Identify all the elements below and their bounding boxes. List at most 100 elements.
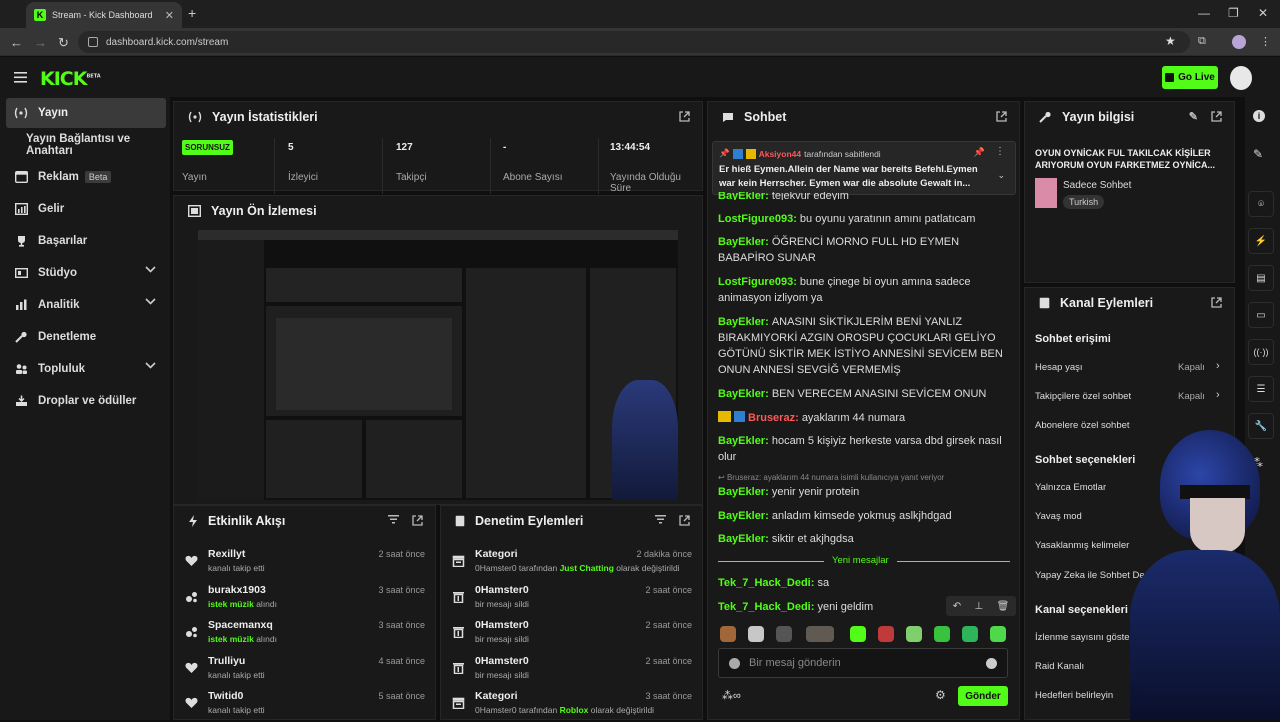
address-bar[interactable]: dashboard.kick.com/stream	[78, 31, 1190, 53]
chat-message[interactable]: Bruseraz: ayaklarım 44 numara	[718, 410, 1008, 426]
slow-mode-label[interactable]: Yavaş mod	[1035, 511, 1082, 522]
account-age-label[interactable]: Hesap yaşı	[1035, 362, 1083, 373]
chat-settings-gear-icon[interactable]: ⚙	[935, 688, 946, 702]
profile-avatar-icon[interactable]	[1232, 35, 1246, 49]
popout-icon[interactable]	[1211, 111, 1222, 122]
emote-9-icon[interactable]	[962, 626, 978, 642]
reply-icon[interactable]: ↶	[953, 601, 961, 612]
chat-username[interactable]: LostFigure093	[718, 276, 793, 288]
chat-username[interactable]: Tek_7_Hack_Dedi	[718, 577, 811, 589]
activity-row[interactable]: burakx1903 istek müzik alındı 3 saat önc…	[184, 582, 425, 616]
raid-channel-label[interactable]: Raid Kanalı	[1035, 661, 1084, 672]
set-goals-label[interactable]: Hedefleri belirleyin	[1035, 690, 1113, 701]
new-tab-icon[interactable]: +	[188, 5, 196, 21]
chevron-right-icon[interactable]: ›	[1216, 389, 1220, 401]
pin-icon[interactable]: ⊥	[974, 601, 983, 612]
chat-username[interactable]: BayEkler	[718, 388, 765, 400]
rail-button-clip[interactable]: ⌾	[1248, 191, 1274, 217]
popout-icon[interactable]	[679, 111, 690, 122]
chat-username[interactable]: BayEkler	[718, 510, 765, 522]
browser-tab[interactable]: K Stream - Kick Dashboard ✕	[26, 2, 182, 28]
restore-icon[interactable]: ❐	[1228, 6, 1239, 20]
category-name[interactable]: Sadece Sohbet	[1063, 180, 1131, 191]
popout-icon[interactable]	[996, 111, 1007, 122]
hamburger-menu-icon[interactable]	[14, 72, 27, 83]
delete-icon[interactable]: 🗑	[997, 601, 1010, 612]
edit-pencil-icon[interactable]: ✎	[1189, 110, 1198, 123]
emote-4-icon[interactable]	[806, 626, 834, 642]
chat-message[interactable]: LostFigure093: bu oyunu yaratının amını …	[718, 211, 1008, 227]
reload-icon[interactable]: ↻	[58, 35, 69, 51]
sidebar-item-yayin[interactable]: Yayın	[6, 98, 166, 128]
sidebar-item-droplar[interactable]: Droplar ve ödüller	[6, 386, 166, 416]
activity-user[interactable]: Twitid0	[208, 690, 243, 702]
chevron-right-icon[interactable]: ›	[1216, 360, 1220, 372]
edit-pencil-icon[interactable]: ✎	[1253, 147, 1263, 161]
chat-message[interactable]: BayEkler: hocam 5 kişiyiz herkeste varsa…	[718, 433, 1008, 465]
points-icon[interactable]: ⁂	[1251, 456, 1263, 470]
moderation-row[interactable]: 0Hamster0 bir mesajı sildi 2 saat önce	[451, 617, 692, 651]
emote-8-icon[interactable]	[934, 626, 950, 642]
stream-preview-video[interactable]	[198, 230, 678, 500]
sidebar-item-gelir[interactable]: Gelir	[6, 194, 166, 224]
chat-username[interactable]: BayEkler	[718, 192, 765, 200]
emote-7-icon[interactable]	[906, 626, 922, 642]
activity-user[interactable]: Trulliyu	[208, 655, 245, 667]
pinned-message[interactable]: 📌 Aksiyon44 tarafından sabitlendi Er hie…	[712, 141, 1016, 195]
chat-username[interactable]: BayEkler	[718, 316, 765, 328]
close-window-icon[interactable]: ✕	[1258, 6, 1268, 20]
popout-icon[interactable]	[412, 515, 423, 526]
chat-username[interactable]: BayEkler	[718, 236, 765, 248]
send-button[interactable]: Gönder	[958, 686, 1008, 706]
chat-message[interactable]: BayEkler: ANASINI SİKTİKJLERİM BENİ YANL…	[718, 314, 1008, 378]
chat-username[interactable]: Bruseraz	[748, 412, 795, 424]
chat-message[interactable]: BayEkler: siktir et akjhgdsa	[718, 531, 1008, 547]
chat-message[interactable]: BayEkler: anladım kimsede yokmuş aslkjhd…	[718, 508, 1008, 524]
emote-6-icon[interactable]	[878, 626, 894, 642]
activity-user[interactable]: Rexillyt	[208, 548, 245, 560]
tab-close-icon[interactable]: ✕	[165, 9, 174, 22]
site-info-icon[interactable]	[88, 37, 98, 47]
activity-user[interactable]: burakx1903	[208, 584, 266, 596]
filter-icon[interactable]	[388, 515, 399, 524]
subscribers-only-label[interactable]: Abonelere özel sohbet	[1035, 420, 1130, 431]
account-age-value[interactable]: Kapalı	[1178, 362, 1205, 373]
sidebar-item-stream-key[interactable]: Yayın Bağlantısı ve Anahtarı	[6, 130, 166, 160]
popout-icon[interactable]	[1211, 297, 1222, 308]
activity-row[interactable]: Rexillyt kanalı takip etti 2 saat önce	[184, 546, 425, 580]
points-icon[interactable]: ⁂∞	[722, 689, 741, 702]
browser-menu-icon[interactable]: ⋮	[1260, 35, 1271, 48]
emote-1-icon[interactable]	[720, 626, 736, 642]
sidebar-item-analitik[interactable]: Analitik	[6, 290, 166, 320]
minimize-icon[interactable]: —	[1198, 6, 1210, 20]
activity-row[interactable]: Trulliyu kanalı takip etti 4 saat önce	[184, 653, 425, 687]
followers-only-label[interactable]: Takipçilere özel sohbet	[1035, 391, 1131, 402]
chat-message[interactable]: BayEkler: tejekvur edeyim	[718, 192, 1008, 200]
chat-username[interactable]: LostFigure093	[718, 213, 793, 225]
sidebar-item-reklam[interactable]: Reklam Beta	[6, 162, 166, 192]
activity-user[interactable]: Spacemanxq	[208, 619, 273, 631]
rail-button-chat[interactable]: ▭	[1248, 302, 1274, 328]
chat-username[interactable]: BayEkler	[718, 533, 765, 545]
sidebar-item-studyo[interactable]: Stüdyo	[6, 258, 166, 288]
chat-message[interactable]: BayEkler: ÖĞRENCİ MORNO FULL HD EYMEN BA…	[718, 234, 1008, 266]
rail-button-actions[interactable]: ☰	[1248, 376, 1274, 402]
show-viewer-count-label[interactable]: İzlenme sayısını göster	[1035, 632, 1133, 643]
kick-logo[interactable]: KICKBETA	[40, 68, 101, 90]
ai-moderation-label[interactable]: Yapay Zeka ile Sohbet Denetimi	[1035, 570, 1170, 581]
user-avatar[interactable]	[1230, 66, 1252, 90]
chat-username[interactable]: BayEkler	[718, 435, 765, 447]
sidebar-item-basarilar[interactable]: Başarılar	[6, 226, 166, 256]
popout-icon[interactable]	[679, 515, 690, 526]
moderation-row[interactable]: 0Hamster0 bir mesajı sildi 2 saat önce	[451, 653, 692, 687]
chevron-down-icon[interactable]: ⌄	[997, 170, 1005, 181]
chat-username[interactable]: Tek_7_Hack_Dedi	[718, 601, 811, 613]
sidebar-item-denetleme[interactable]: Denetleme	[6, 322, 166, 352]
back-icon[interactable]: ←	[10, 35, 23, 50]
emote-3-icon[interactable]	[776, 626, 792, 642]
moderation-row[interactable]: 0Hamster0 bir mesajı sildi 2 saat önce	[451, 582, 692, 616]
chat-input[interactable]: Bir mesaj gönderin	[718, 648, 1008, 678]
banned-words-label[interactable]: Yasaklanmış kelimeler	[1035, 540, 1129, 551]
rail-button-broadcast[interactable]: ((·))	[1248, 339, 1274, 365]
activity-row[interactable]: Twitid0 kanalı takip etti 5 saat önce	[184, 688, 425, 722]
